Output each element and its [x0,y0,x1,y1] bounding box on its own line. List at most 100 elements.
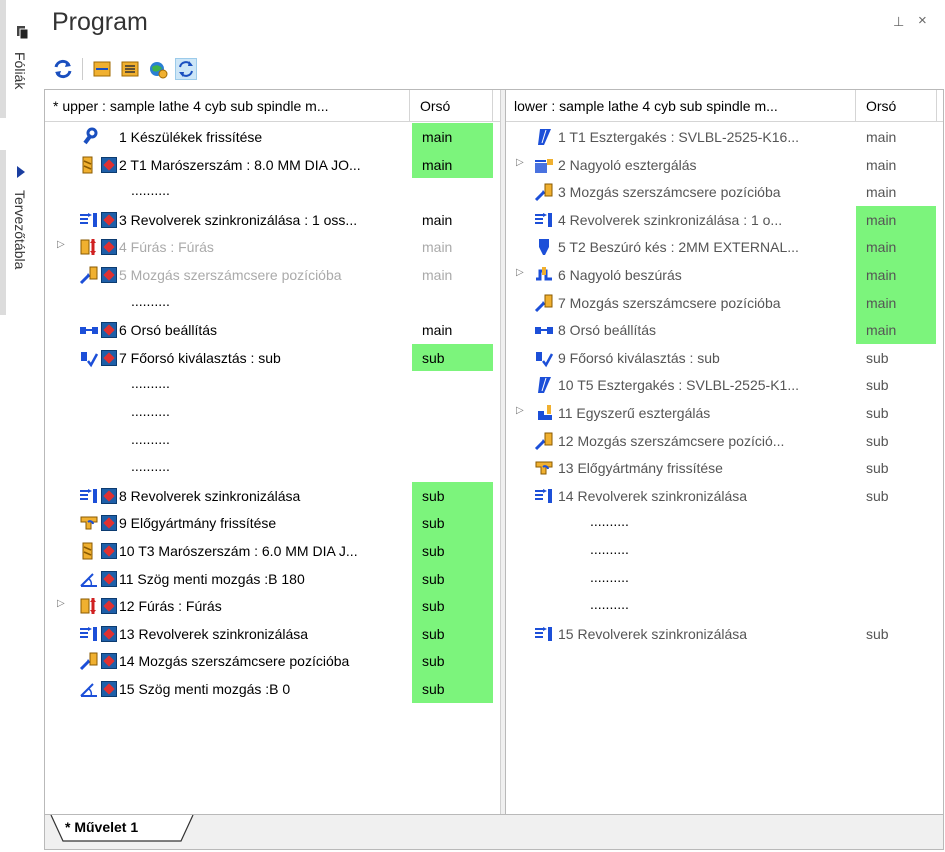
operation-row[interactable]: 3 Revolverek szinkronizálása : 1 oss... m… [45,206,500,234]
operation-label: 14 Revolverek szinkronizálása [558,487,748,504]
operation-row[interactable]: 9 Előgyártmány frissítése sub [45,509,500,537]
sync-button[interactable] [175,58,197,80]
close-icon[interactable]: × [918,12,927,29]
operation-row[interactable]: 10 T3 Marószerszám : 6.0 MM DIA J... sub [45,537,500,565]
sync-turret-icon [79,210,99,230]
spindle-cell: main [422,267,453,283]
sync-turret-icon [534,210,554,230]
spindle-cell: sub [866,432,889,449]
drill-icon [79,596,99,616]
stock-button[interactable] [91,58,113,80]
channel-badge-icon [101,322,117,339]
spindle-cell: main [856,261,936,289]
placeholder-dots: .......... [590,513,629,530]
operation-label: 6 Nagyoló beszúrás [558,267,682,283]
operation-label: 15 Szög menti mozgás :B 0 [119,681,291,697]
operation-row[interactable]: 1 T1 Esztergakés : SVLBL-2525-K16... main [506,123,943,151]
operation-row[interactable]: 10 T5 Esztergakés : SVLBL-2525-K1... sub [506,371,943,399]
operation-row[interactable]: 1 Készülékek frissítése main [45,123,500,151]
operation-row[interactable]: 4 Revolverek szinkronizálása : 1 o... mai… [506,205,943,234]
lower-header-name[interactable]: lower : sample lathe 4 cyb sub spindle m… [506,90,856,121]
expand-arrow-icon[interactable]: ▷ [516,405,524,416]
expand-arrow-icon[interactable]: ▷ [57,239,65,250]
side-tab-foliak[interactable]: Fóliák [12,52,28,89]
operation-label: 12 Fúrás : Fúrás [119,598,222,615]
refresh-button[interactable] [52,58,74,80]
spindle-cell [412,399,493,427]
expand-arrow-icon[interactable]: ▷ [516,157,524,168]
spindle-cell [856,592,936,620]
operation-row[interactable]: 12 Mozgás szerszámcsere pozíció... sub [506,427,943,455]
operation-row[interactable]: 5 T2 Beszúró kés : 2MM EXTERNAL... main [506,233,943,261]
operation-row[interactable]: ▷ 4 Fúrás : Fúrás main [45,233,500,261]
operation-row[interactable]: ▷ 12 Fúrás : Fúrás sub [45,592,500,620]
channel-badge-icon [101,653,117,670]
operation-row[interactable]: 15 Szög menti mozgás :B 0 sub [45,675,500,703]
operation-row[interactable]: 15 Revolverek szinkronizálása sub [506,620,943,648]
operation-row: .......... [506,509,943,537]
spindle-cell: sub [866,625,889,642]
operation-label: 5 Mozgás szerszámcsere pozícióba [119,267,342,283]
tab-muvelet-1[interactable]: * Művelet 1 [65,815,138,842]
expand-arrow-icon[interactable]: ▷ [57,598,65,609]
tool-change-move-icon [534,431,554,451]
operation-label: 11 Szög menti mozgás :B 180 [119,570,305,587]
tool-change-move-icon [534,182,554,202]
operation-row[interactable]: 3 Mozgás szerszámcsere pozícióba main [506,178,943,206]
stock-update-icon [534,458,554,478]
operation-row: .......... [506,565,943,593]
channel-badge-icon [101,598,117,615]
operation-label: 11 Egyszerű esztergálás [558,405,711,421]
operation-row[interactable]: 7 Mozgás szerszámcsere pozícióba main [506,288,943,317]
operation-row[interactable]: ▷ 6 Nagyoló beszúrás main [506,261,943,289]
spindle-cell: main [422,211,453,228]
operation-row[interactable]: 8 Revolverek szinkronizálása sub [45,481,500,510]
operation-row[interactable]: 6 Orsó beállítás main [45,316,500,344]
operation-row[interactable]: ▷ 2 Nagyoló esztergálás main [506,151,943,179]
operation-row[interactable]: 13 Előgyártmány frissítése sub [506,454,943,482]
globe-settings-icon [150,62,168,79]
tool-change-move-icon [79,265,99,285]
upper-header-name[interactable]: * upper : sample lathe 4 cyb sub spindle… [45,90,410,121]
expand-arrow-icon[interactable]: ▷ [516,267,524,278]
turning-tool-icon [534,127,554,147]
spindle-cell: sub [412,481,493,510]
operation-row[interactable]: 11 Szög menti mozgás :B 180 sub [45,564,500,593]
operation-row[interactable]: 9 Főorsó kiválasztás : sub sub [506,344,943,372]
upper-header-orso[interactable]: Orsó [410,90,450,121]
operation-row[interactable]: 13 Revolverek szinkronizálása sub [45,619,500,648]
operation-row[interactable]: 5 Mozgás szerszámcsere pozícióba main [45,261,500,289]
operation-row[interactable]: 14 Revolverek szinkronizálása sub [506,482,943,510]
placeholder-dots: .......... [590,568,629,585]
globe-settings-button[interactable] [147,58,169,80]
play-icon [17,166,25,178]
operation-label: 14 Mozgás szerszámcsere pozícióba [119,653,350,670]
sync-turret-icon [534,624,554,644]
lower-header-orso[interactable]: Orsó [856,90,896,121]
operation-row[interactable]: ▷ 11 Egyszerű esztergálás sub [506,399,943,427]
pin-icon[interactable]: ⊥ [893,14,904,30]
list-button[interactable] [119,58,141,80]
angle-move-icon [79,569,99,589]
toolbar-separator [82,58,83,80]
toolbar [52,56,197,82]
channel-badge-icon [101,349,117,366]
spindle-cell [856,565,936,593]
operation-label: 8 Orsó beállítás [558,322,657,339]
operation-row[interactable]: 8 Orsó beállítás main [506,316,943,344]
spindle-cell: main [866,184,897,201]
operation-row[interactable]: 7 Főorsó kiválasztás : sub sub [45,343,500,372]
spindle-cell: sub [866,460,889,477]
spindle-cell: main [422,239,453,256]
program-frame: * upper : sample lathe 4 cyb sub spindle… [44,89,944,850]
operation-row[interactable]: 14 Mozgás szerszámcsere pozícióba sub [45,647,500,675]
operation-label: 10 T3 Marószerszám : 6.0 MM DIA J... [119,543,358,559]
channel-badge-icon [101,267,117,283]
operation-label: 1 T1 Esztergakés : SVLBL-2525-K16... [558,129,799,145]
stock-update-icon [79,513,99,533]
operation-row[interactable]: 2 T1 Marószerszám : 8.0 MM DIA JO... main [45,150,500,179]
spindle-cell: sub [866,487,889,504]
side-tab-tervezotabla[interactable]: Tervezőtábla [12,190,28,269]
channel-badge-icon [101,515,117,532]
spindle-cell: main [412,123,493,151]
